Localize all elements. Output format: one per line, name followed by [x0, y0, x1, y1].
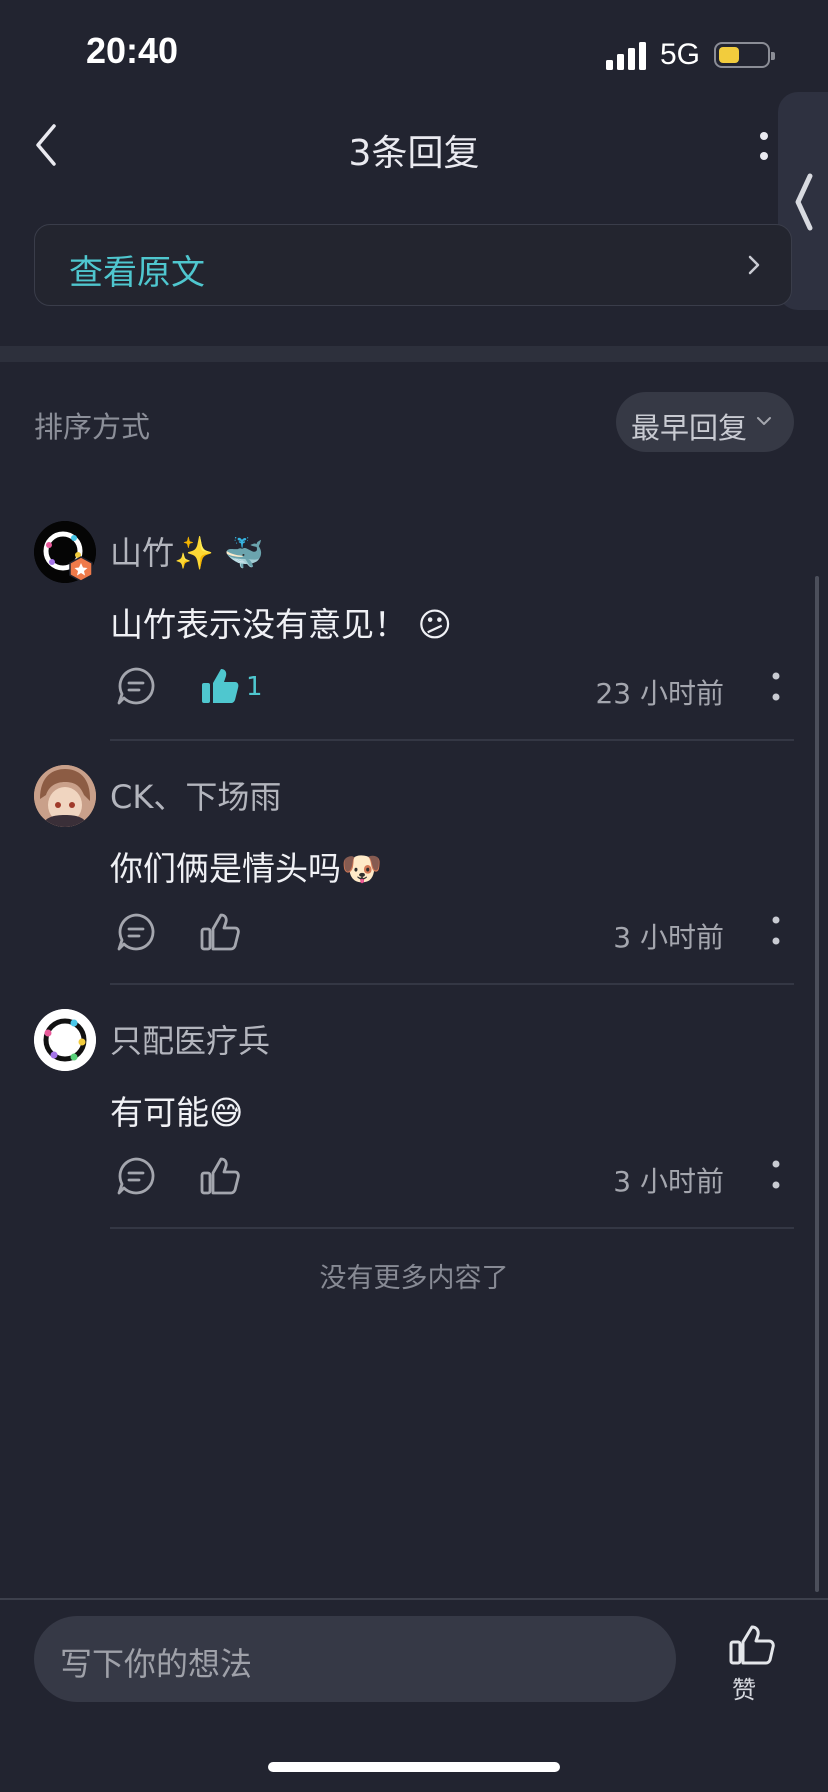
row-divider	[110, 1227, 794, 1229]
scrollbar[interactable]	[815, 576, 819, 1592]
reply-icon[interactable]	[116, 666, 156, 706]
avatar-image	[34, 1009, 96, 1071]
chevron-left-icon	[795, 173, 813, 231]
comment-more-button[interactable]	[766, 914, 786, 948]
end-of-list-note: 没有更多内容了	[319, 1263, 509, 1294]
badge-icon	[69, 556, 93, 582]
comment-input[interactable]: 写下你的想法	[34, 1616, 676, 1702]
section-divider	[0, 346, 828, 362]
avatar-image	[34, 765, 96, 827]
comment-content: 有可能😅	[110, 1093, 244, 1132]
comment-time: 3 小时前	[613, 1165, 724, 1198]
sort-selected-value: 最早回复	[631, 411, 748, 445]
like-label[interactable]: 赞	[732, 1670, 756, 1705]
chevron-right-icon	[748, 255, 760, 275]
avatar[interactable]	[34, 765, 96, 827]
network-type: 5G	[660, 38, 701, 71]
reply-icon[interactable]	[116, 912, 156, 952]
sort-label: 排序方式	[34, 410, 151, 444]
comment-input-placeholder: 写下你的想法	[60, 1645, 253, 1683]
comment-username[interactable]: CK、下场雨	[110, 772, 281, 818]
avatar[interactable]	[34, 1009, 96, 1071]
reply-icon[interactable]	[116, 1156, 156, 1196]
comment-content: 你们俩是情头吗🐶	[110, 849, 383, 888]
thumbs-up-icon[interactable]	[200, 1156, 240, 1196]
battery-icon	[714, 42, 775, 68]
signal-icon	[606, 42, 646, 70]
view-original-label: 查看原文	[69, 253, 205, 293]
comment-time: 3 小时前	[613, 921, 724, 954]
comment-username[interactable]: 只配医疗兵	[110, 1016, 270, 1062]
comment-username[interactable]: 山竹✨ 🐳	[110, 528, 264, 574]
like-count: 1	[246, 672, 263, 702]
sort-dropdown[interactable]: 最早回复	[616, 392, 794, 452]
row-divider	[110, 739, 794, 741]
bottom-bar-divider	[0, 1598, 828, 1600]
more-options-button[interactable]	[752, 128, 776, 168]
page-title: 3条回复	[348, 133, 480, 174]
status-time: 20:40	[86, 30, 179, 71]
comment-more-button[interactable]	[766, 1158, 786, 1192]
comment-time: 23 小时前	[595, 677, 724, 710]
home-indicator[interactable]	[268, 1762, 560, 1772]
view-original-button[interactable]: 查看原文	[34, 224, 792, 306]
comment-more-button[interactable]	[766, 670, 786, 704]
comment-content: 山竹表示没有意见！ 😕	[110, 605, 452, 644]
row-divider	[110, 983, 794, 985]
thumbs-up-icon[interactable]	[200, 912, 240, 952]
thumbs-up-filled-icon[interactable]	[200, 666, 240, 706]
like-button[interactable]	[728, 1624, 776, 1666]
chevron-down-icon	[757, 417, 771, 425]
